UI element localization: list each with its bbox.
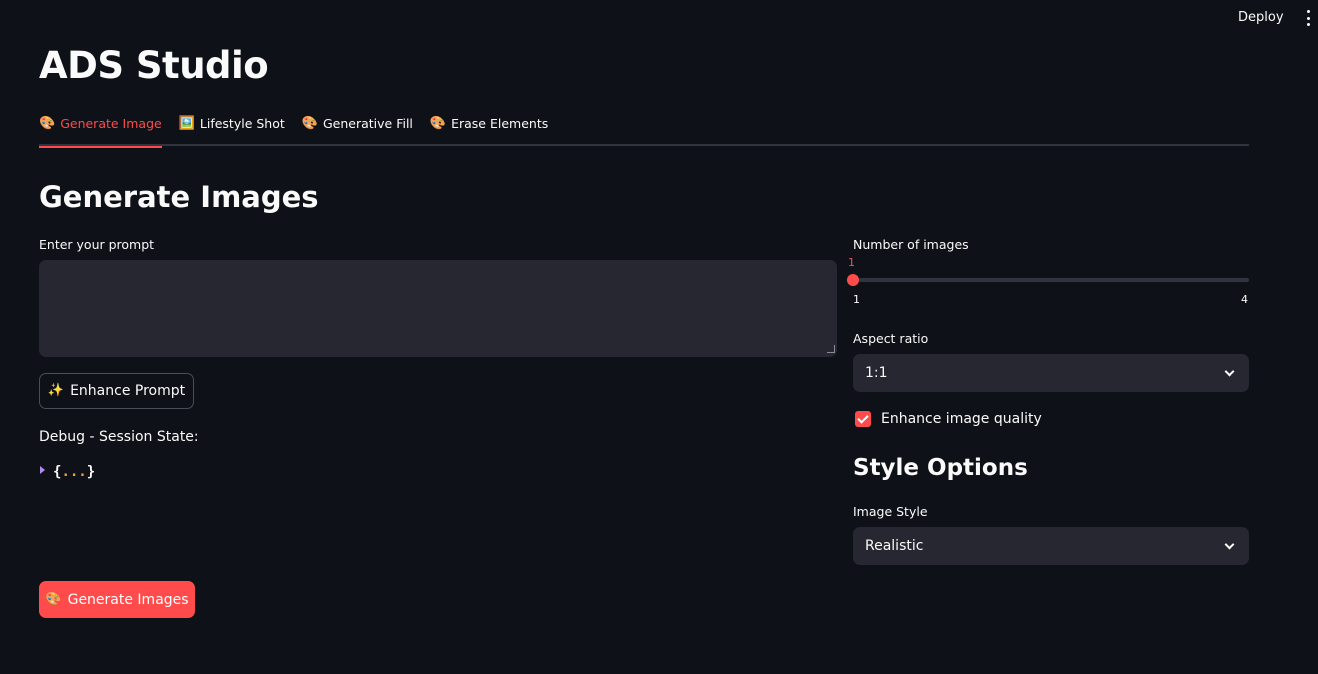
- session-state-json[interactable]: {...}: [40, 464, 95, 480]
- prompt-label: Enter your prompt: [39, 237, 155, 252]
- resize-handle[interactable]: [827, 345, 835, 353]
- select-value: Realistic: [865, 538, 924, 554]
- deploy-button[interactable]: Deploy: [1238, 10, 1284, 25]
- style-options-heading: Style Options: [853, 455, 1028, 481]
- tab-bar: 🎨 Generate Image 🖼️ Lifestyle Shot 🎨 Gen…: [39, 110, 1249, 148]
- palette-icon: 🎨: [45, 591, 62, 607]
- palette-icon: 🎨: [301, 116, 318, 131]
- json-close-brace: }: [86, 464, 96, 480]
- slider-thumb[interactable]: [847, 274, 859, 286]
- slider-max-label: 4: [1241, 293, 1248, 306]
- select-value: 1:1: [865, 365, 888, 381]
- tab-generate-image[interactable]: 🎨 Generate Image: [39, 110, 162, 148]
- palette-icon: 🎨: [429, 116, 447, 131]
- tab-generative-fill[interactable]: 🎨 Generative Fill: [302, 110, 413, 146]
- tab-label: Generative Fill: [322, 116, 413, 131]
- sparkles-icon: ✨: [47, 383, 65, 398]
- enhance-quality-checkbox-row[interactable]: Enhance image quality: [855, 411, 1042, 427]
- prompt-input[interactable]: [39, 260, 837, 357]
- checkbox-label: Enhance image quality: [881, 411, 1042, 427]
- enhance-quality-checkbox[interactable]: [855, 411, 871, 427]
- enhance-prompt-button[interactable]: ✨ Enhance Prompt: [39, 373, 194, 409]
- image-style-select[interactable]: Realistic: [853, 527, 1249, 565]
- top-bar: Deploy: [0, 0, 1318, 36]
- tab-lifestyle-shot[interactable]: 🖼️ Lifestyle Shot: [179, 110, 285, 146]
- picture-icon: 🖼️: [178, 116, 195, 131]
- image-style-label: Image Style: [853, 504, 928, 519]
- chevron-down-icon: [1224, 539, 1235, 549]
- tab-label: Generate Image: [60, 116, 162, 131]
- slider-current-value: 1: [848, 256, 855, 269]
- kebab-menu-icon[interactable]: [1302, 10, 1314, 26]
- num-images-label: Number of images: [853, 237, 969, 252]
- button-label: Generate Images: [67, 591, 189, 608]
- tab-erase-elements[interactable]: 🎨 Erase Elements: [430, 110, 548, 146]
- app-title: ADS Studio: [39, 44, 269, 87]
- num-images-slider[interactable]: [847, 274, 1249, 286]
- tab-label: Lifestyle Shot: [199, 116, 285, 131]
- palette-icon: 🎨: [39, 116, 56, 131]
- slider-min-label: 1: [853, 293, 860, 306]
- section-title: Generate Images: [39, 180, 319, 214]
- generate-images-button[interactable]: 🎨 Generate Images: [39, 581, 195, 618]
- chevron-down-icon: [1224, 366, 1235, 376]
- aspect-ratio-label: Aspect ratio: [853, 331, 929, 346]
- tab-label: Erase Elements: [451, 116, 549, 131]
- expand-triangle-icon[interactable]: [40, 466, 45, 474]
- aspect-ratio-select[interactable]: 1:1: [853, 354, 1249, 392]
- json-collapsed-dots: ...: [61, 464, 87, 480]
- debug-label: Debug - Session State:: [39, 429, 199, 445]
- button-label: Enhance Prompt: [70, 383, 186, 399]
